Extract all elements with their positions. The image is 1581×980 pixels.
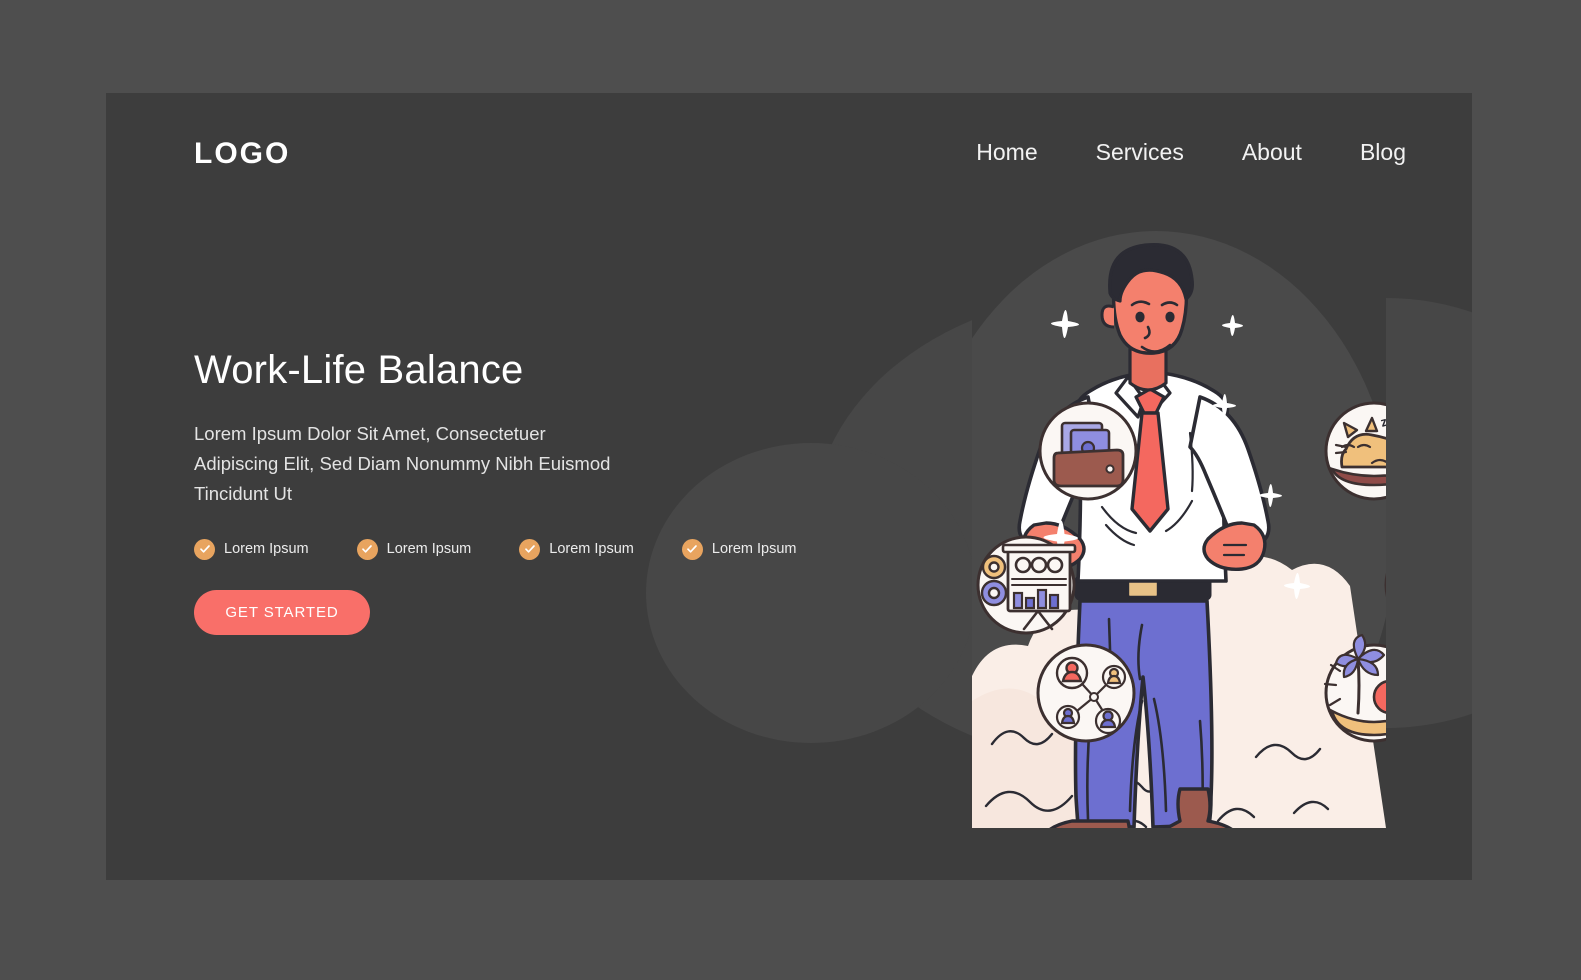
feature-item-2: Lorem Ipsum <box>356 538 472 560</box>
feature-label: Lorem Ipsum <box>386 541 472 558</box>
page-title: Work-Life Balance <box>194 348 524 392</box>
feature-label: Lorem Ipsum <box>711 541 797 558</box>
nav-item-blog[interactable]: Blog <box>1360 139 1406 166</box>
nav-item-home[interactable]: Home <box>976 139 1037 166</box>
get-started-button[interactable]: GET STARTED <box>194 589 370 635</box>
check-icon <box>681 538 703 560</box>
presentation-chart-icon <box>976 535 1077 635</box>
nav-item-about[interactable]: About <box>1242 139 1302 166</box>
feature-label: Lorem Ipsum <box>549 541 634 558</box>
wallet-money-icon <box>1038 401 1138 501</box>
hero-illustration: z z z <box>866 201 1386 828</box>
feature-item-4: Lorem Ipsum <box>681 538 797 560</box>
feature-item-1: Lorem Ipsum <box>194 538 309 560</box>
hero-description: Lorem Ipsum Dolor Sit Amet, Consectetuer… <box>194 423 611 504</box>
landing-page-card: LOGO Home Services About Blog Work-Life … <box>106 93 1472 880</box>
nav-item-services[interactable]: Services <box>1096 139 1184 166</box>
feature-list: Lorem Ipsum Lorem Ipsum Lorem Ipsum Lore… <box>194 538 797 560</box>
logo[interactable]: LOGO <box>194 137 290 171</box>
check-icon <box>356 538 378 560</box>
social-network-icon <box>1036 643 1136 743</box>
screen: LOGO Home Services About Blog Work-Life … <box>0 0 1581 980</box>
feature-item-3: Lorem Ipsum <box>519 538 634 560</box>
site-header: LOGO Home Services About Blog <box>106 93 1472 218</box>
main-navigation: Home Services About Blog <box>976 139 1406 166</box>
hero-section: Work-Life Balance Lorem Ipsum Dolor Sit … <box>194 348 797 635</box>
check-icon <box>519 538 541 560</box>
feature-label: Lorem Ipsum <box>224 541 309 558</box>
check-icon <box>194 538 215 560</box>
